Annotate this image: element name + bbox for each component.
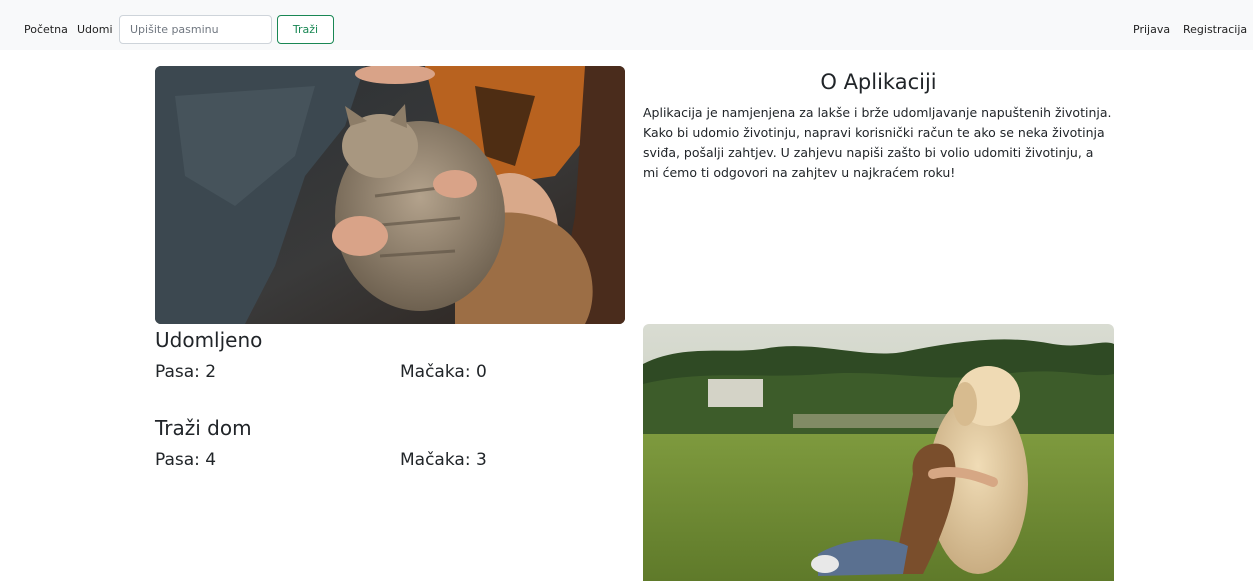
search-button[interactable]: Traži <box>277 15 334 44</box>
nav-adopt-link[interactable]: Udomi <box>77 23 113 36</box>
nav-home-link[interactable]: Početna <box>24 23 68 36</box>
navbar: Početna Udomi Traži Prijava Registracija <box>0 0 1253 50</box>
nav-register-link[interactable]: Registracija <box>1183 23 1247 36</box>
about-title: O Aplikaciji <box>820 70 937 94</box>
adopted-dogs-count: Pasa: 2 <box>155 362 217 382</box>
seeking-dogs-count: Pasa: 4 <box>155 450 217 470</box>
search-input[interactable] <box>119 15 272 44</box>
adopted-heading: Udomljeno <box>155 328 263 352</box>
seeking-home-heading: Traži dom <box>155 416 252 440</box>
adopted-cats-count: Mačaka: 0 <box>400 362 487 382</box>
nav-login-link[interactable]: Prijava <box>1133 23 1170 36</box>
about-description: Aplikacija je namjenjena za lakše i brže… <box>643 105 1112 180</box>
girl-with-dog-photo <box>643 324 1114 581</box>
seeking-cats-count: Mačaka: 3 <box>400 450 487 470</box>
cat-family-photo <box>155 66 625 324</box>
